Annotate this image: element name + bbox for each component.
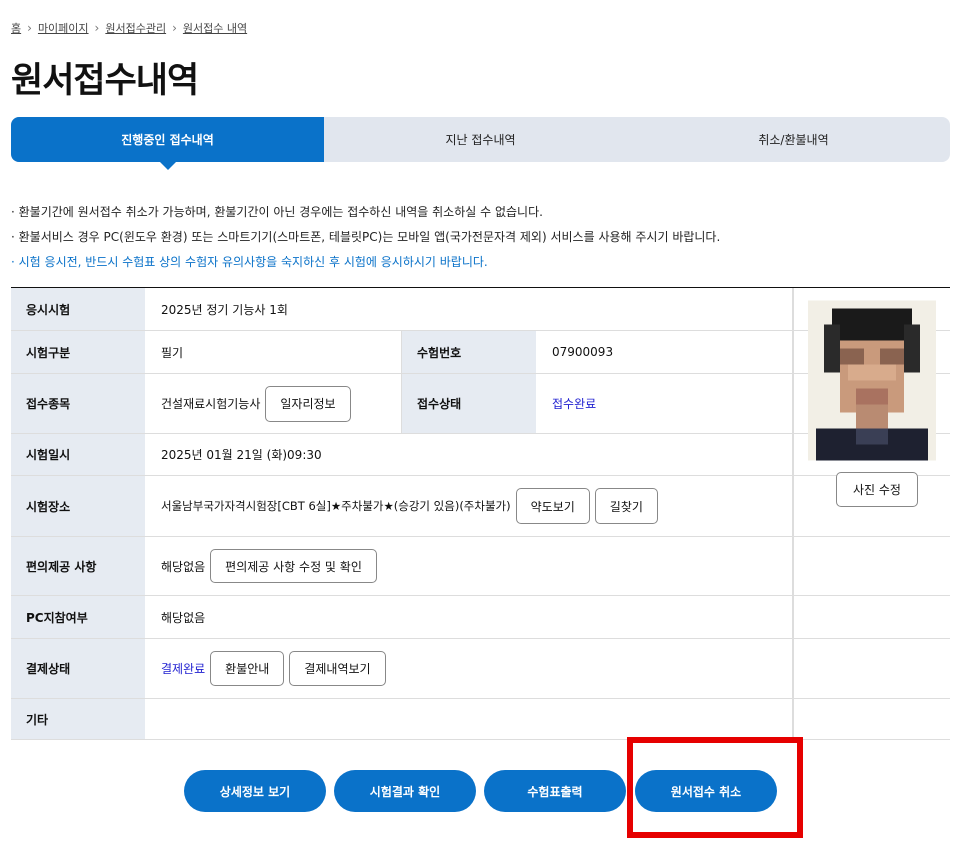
admission-ticket-print-button[interactable]: 수험표출력	[484, 770, 626, 812]
breadcrumb-home[interactable]: 홈	[11, 20, 21, 36]
item-value: 건설재료시험기능사	[161, 397, 261, 411]
notice-refund-period: · 환불기간에 원서접수 취소가 가능하며, 환불기간이 아닌 경우에는 접수하…	[11, 205, 543, 219]
highlight-box	[627, 737, 803, 838]
item-cell: 건설재료시험기능사 일자리정보	[145, 374, 402, 433]
payment-cell: 결제완료 환불안내 결제내역보기	[145, 639, 793, 698]
notice-exam-caution: · 시험 응시전, 반드시 수험표 상의 수험자 유의사항을 숙지하신 후 시험…	[11, 255, 488, 269]
notice-list: · 환불기간에 원서접수 취소가 가능하며, 환불기간이 아닌 경우에는 접수하…	[11, 200, 720, 275]
chevron-right-icon: ›	[172, 21, 177, 35]
exam-value: 2025년 정기 기능사 1회	[145, 288, 793, 330]
breadcrumb-application-history[interactable]: 원서접수 내역	[183, 20, 247, 36]
chevron-right-icon: ›	[94, 21, 100, 35]
bottom-action-bar: 상세정보 보기 시험결과 확인 수험표출력 원서접수 취소	[0, 770, 970, 812]
breadcrumb-application-mgmt[interactable]: 원서접수관리	[105, 20, 166, 36]
job-info-button[interactable]: 일자리정보	[265, 385, 351, 422]
detail-info-button[interactable]: 상세정보 보기	[184, 770, 326, 812]
payment-history-button[interactable]: 결제내역보기	[289, 651, 386, 686]
payment-label: 결제상태	[11, 639, 145, 698]
convenience-value: 해당없음	[161, 559, 206, 574]
map-button[interactable]: 약도보기	[515, 488, 590, 524]
page-title: 원서접수내역	[11, 61, 199, 101]
route-button[interactable]: 길찾기	[594, 488, 658, 524]
convenience-edit-button[interactable]: 편의제공 사항 수정 및 확인	[210, 549, 377, 583]
breadcrumb: 홈 › 마이페이지 › 원서접수관리 › 원서접수 내역	[11, 20, 247, 36]
convenience-label: 편의제공 사항	[11, 537, 145, 595]
exam-result-button[interactable]: 시험결과 확인	[334, 770, 476, 812]
etc-label: 기타	[11, 699, 145, 739]
photo-edit-button[interactable]: 사진 수정	[836, 472, 918, 507]
type-value: 필기	[145, 331, 402, 373]
payment-value: 결제완료	[161, 662, 206, 676]
exam-label: 응시시험	[11, 288, 145, 330]
item-label: 접수종목	[11, 374, 145, 433]
tab-bar: 진행중인 접수내역 지난 접수내역 취소/환불내역	[11, 117, 950, 162]
chevron-right-icon: ›	[27, 21, 32, 35]
applicant-photo	[808, 300, 936, 461]
status-label: 접수상태	[402, 374, 536, 433]
etc-value	[145, 699, 793, 739]
refund-info-button[interactable]: 환불안내	[210, 651, 285, 686]
date-value: 2025년 01월 21일 (화)09:30	[145, 434, 793, 475]
notice-refund-service: · 환불서비스 경우 PC(윈도우 환경) 또는 스마트기기(스마트폰, 테블릿…	[11, 230, 721, 244]
number-value: 07900093	[536, 331, 793, 373]
convenience-cell: 해당없음 편의제공 사항 수정 및 확인	[145, 537, 793, 595]
type-label: 시험구분	[11, 331, 145, 373]
tab-cancel-refund[interactable]: 취소/환불내역	[637, 117, 950, 162]
number-label: 수험번호	[402, 331, 536, 373]
tab-past[interactable]: 지난 접수내역	[324, 117, 637, 162]
breadcrumb-mypage[interactable]: 마이페이지	[38, 20, 89, 36]
tab-in-progress[interactable]: 진행중인 접수내역	[11, 117, 324, 162]
place-cell: 서울남부국가자격시험장[CBT 6실]★주차불가★(승강기 있음)(주차불가) …	[145, 476, 793, 536]
date-label: 시험일시	[11, 434, 145, 475]
status-value: 접수완료	[536, 374, 793, 433]
photo-cell: 사진 수정	[793, 288, 950, 740]
place-value: 서울남부국가자격시험장[CBT 6실]★주차불가★(승강기 있음)(주차불가)	[161, 499, 511, 513]
place-label: 시험장소	[11, 476, 145, 536]
pc-label: PC지참여부	[11, 596, 145, 638]
pc-value: 해당없음	[145, 596, 793, 638]
